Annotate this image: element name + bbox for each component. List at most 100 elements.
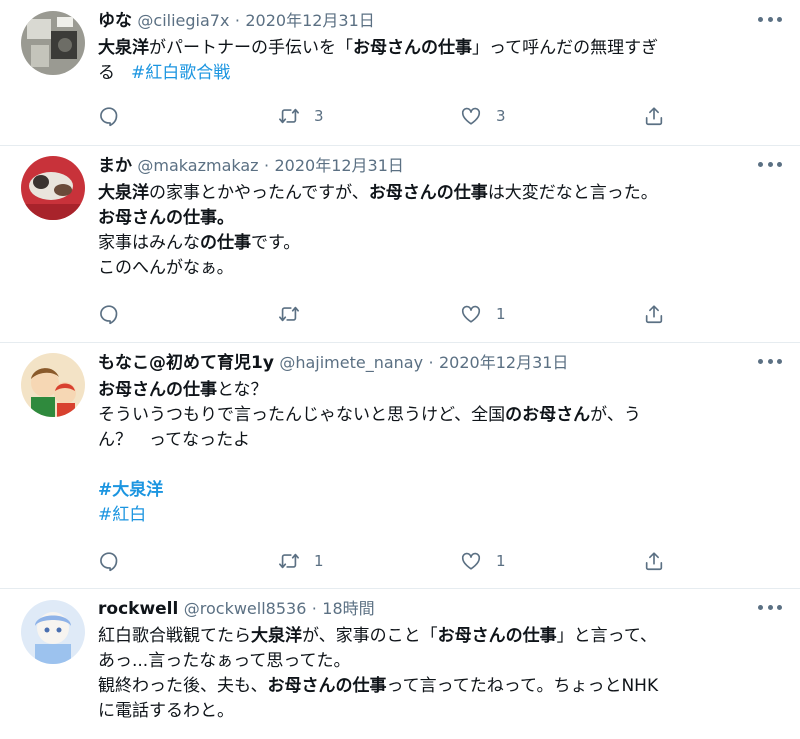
text-segment: 大泉洋 bbox=[98, 38, 149, 58]
more-icon[interactable] bbox=[758, 600, 782, 614]
share-icon bbox=[645, 107, 663, 126]
text-segment: とな？ bbox=[217, 380, 268, 400]
separator-dot: · bbox=[263, 156, 270, 175]
retweet-count: 1 bbox=[314, 552, 324, 570]
hashtag-link[interactable]: #紅白歌合戦 bbox=[131, 63, 230, 83]
user-handle[interactable]: @hajimete_nanay bbox=[279, 353, 423, 372]
text-line: ん？ ってなったよ bbox=[98, 428, 778, 453]
tweet-text: 紅白歌合戦観てたら大泉洋が、家事のこと「お母さんの仕事」と言って、 あっ...言っ… bbox=[98, 624, 778, 724]
timestamp[interactable]: 2020年12月31日 bbox=[245, 11, 374, 30]
share-button[interactable] bbox=[643, 302, 665, 326]
reply-button[interactable] bbox=[98, 104, 120, 128]
text-segment: お母さんの仕事 bbox=[353, 38, 472, 58]
reply-icon bbox=[100, 305, 118, 325]
tweet[interactable]: rockwell @rockwell8536 · 18時間 紅白歌合戦観てたら大… bbox=[0, 588, 800, 739]
like-button[interactable]: 3 bbox=[460, 104, 506, 128]
tweet[interactable]: もなこ@初めて育児1y @hajimete_nanay · 2020年12月31… bbox=[0, 342, 800, 589]
text-segment: です。 bbox=[251, 233, 301, 253]
text-segment: のお母さん bbox=[505, 405, 591, 425]
more-icon[interactable] bbox=[758, 354, 782, 368]
retweet-count: 3 bbox=[314, 107, 324, 125]
text-segment: 」と言って、 bbox=[556, 626, 657, 646]
reply-button[interactable] bbox=[98, 549, 120, 573]
separator-dot: · bbox=[234, 11, 240, 30]
avatar[interactable] bbox=[21, 353, 85, 417]
separator-dot: · bbox=[428, 353, 434, 372]
text-line: る #紅白歌合戦 bbox=[98, 61, 778, 86]
tweet-text: 大泉洋の家事とかやったんですが、お母さんの仕事は大変だなと言った。 お母さんの仕事… bbox=[98, 181, 778, 281]
text-line: #大泉洋 bbox=[98, 478, 778, 503]
text-segment: に電話するわと。 bbox=[98, 701, 234, 721]
text-line: に電話するわと。 bbox=[98, 699, 778, 724]
reply-button[interactable] bbox=[98, 302, 120, 326]
text-segment: る bbox=[98, 63, 115, 83]
text-segment: 大泉洋 bbox=[98, 183, 149, 203]
retweet-icon bbox=[279, 553, 299, 569]
tweet-text: 大泉洋がパートナーの手伝いを「お母さんの仕事」って呼んだの無理すぎる #紅白歌合戦 bbox=[98, 36, 778, 86]
text-segment: の仕事 bbox=[200, 233, 251, 253]
avatar[interactable] bbox=[21, 156, 85, 220]
more-icon[interactable] bbox=[758, 12, 782, 26]
retweet-button[interactable]: 3 bbox=[278, 104, 324, 128]
text-line: お母さんの仕事とな？ bbox=[98, 378, 778, 403]
text-line: 大泉洋がパートナーの手伝いを「お母さんの仕事」って呼んだの無理すぎ bbox=[98, 36, 778, 61]
timestamp[interactable]: 2020年12月31日 bbox=[274, 156, 403, 175]
retweet-button[interactable] bbox=[278, 302, 314, 326]
tweet-text: お母さんの仕事とな？ そういうつもりで言ったんじゃないと思うけど、全国のお母さんが… bbox=[98, 378, 778, 528]
text-line: このへんがなぁ。 bbox=[98, 256, 778, 281]
user-handle[interactable]: @makazmakaz bbox=[137, 156, 258, 175]
text-segment: 紅白歌合戦観てたら bbox=[98, 626, 251, 646]
avatar[interactable] bbox=[21, 600, 85, 664]
share-button[interactable] bbox=[643, 104, 665, 128]
text-segment: このへんがなぁ。 bbox=[98, 258, 234, 278]
user-name[interactable]: ゆな bbox=[98, 11, 132, 31]
hashtag-link[interactable]: #紅白 bbox=[98, 505, 146, 525]
like-icon bbox=[461, 305, 481, 323]
retweet-button[interactable]: 1 bbox=[278, 549, 324, 573]
user-handle[interactable]: @rockwell8536 bbox=[184, 599, 307, 618]
text-segment: が、う bbox=[590, 405, 641, 425]
like-count: 3 bbox=[496, 107, 506, 125]
retweet-icon bbox=[279, 306, 299, 322]
like-button[interactable]: 1 bbox=[460, 302, 506, 326]
hashtag-link[interactable]: #大泉洋 bbox=[98, 480, 163, 500]
text-segment: 。 bbox=[217, 208, 234, 228]
text-segment: そういうつもりで言ったんじゃないと思うけど、全国 bbox=[98, 405, 506, 425]
retweet-icon bbox=[279, 108, 299, 124]
timestamp[interactable]: 18時間 bbox=[322, 599, 374, 618]
text-segment: お母さんの仕事 bbox=[98, 208, 217, 228]
share-icon bbox=[645, 552, 663, 571]
like-icon bbox=[461, 107, 481, 125]
share-button[interactable] bbox=[643, 549, 665, 573]
more-icon[interactable] bbox=[758, 157, 782, 171]
text-segment: あっ...言ったなぁって思ってた。 bbox=[98, 651, 351, 671]
text-segment: 家事はみんな bbox=[98, 233, 200, 253]
text-line: 観終わった後、夫も、お母さんの仕事って言ってたねって。ちょっとNHK bbox=[98, 674, 778, 699]
tweet[interactable]: ゆな @ciliegia7x · 2020年12月31日 大泉洋がパートナーの手… bbox=[0, 0, 800, 146]
timestamp[interactable]: 2020年12月31日 bbox=[439, 353, 568, 372]
text-segment: って言ってたねって。ちょっとNHK bbox=[386, 676, 659, 696]
text-segment: 大泉洋 bbox=[251, 626, 302, 646]
text-segment: 家事とかやったんですが、 bbox=[166, 183, 369, 203]
avatar[interactable] bbox=[21, 11, 85, 75]
user-name[interactable]: もなこ@初めて育児1y bbox=[98, 353, 274, 373]
user-name[interactable]: まか bbox=[98, 156, 132, 176]
text-line: 大泉洋の家事とかやったんですが、お母さんの仕事は大変だなと言った。 bbox=[98, 181, 778, 206]
text-line: 紅白歌合戦観てたら大泉洋が、家事のこと「お母さんの仕事」と言って、 bbox=[98, 624, 778, 649]
user-name[interactable]: rockwell bbox=[98, 599, 178, 619]
text-segment: お母さんの仕事 bbox=[368, 183, 488, 203]
text-line: あっ...言ったなぁって思ってた。 bbox=[98, 649, 778, 674]
tweet[interactable]: まか @makazmakaz · 2020年12月31日 大泉洋の家事とかやった… bbox=[0, 145, 800, 343]
text-segment: お母さんの仕事 bbox=[437, 626, 557, 646]
like-count: 1 bbox=[496, 305, 506, 323]
text-segment: 」って呼んだの無理すぎ bbox=[472, 38, 659, 58]
text-segment: 観終わった後、夫も、 bbox=[98, 676, 268, 696]
share-icon bbox=[645, 305, 663, 324]
text-line: 家事はみんなの仕事です。 bbox=[98, 231, 778, 256]
like-count: 1 bbox=[496, 552, 506, 570]
text-segment: お母さんの仕事 bbox=[267, 676, 387, 696]
text-segment: は大変だなと言った。 bbox=[487, 183, 658, 203]
user-handle[interactable]: @ciliegia7x bbox=[137, 11, 229, 30]
like-icon bbox=[461, 552, 481, 570]
like-button[interactable]: 1 bbox=[460, 549, 506, 573]
